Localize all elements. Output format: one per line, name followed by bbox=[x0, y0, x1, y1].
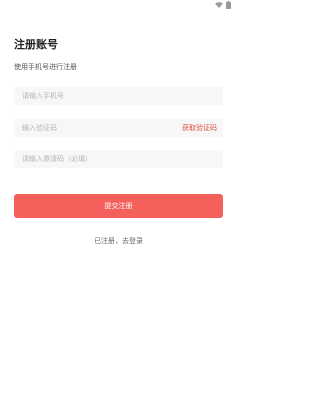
verification-code-input[interactable] bbox=[22, 119, 162, 137]
invite-field-container bbox=[14, 150, 223, 168]
phone-input[interactable] bbox=[22, 87, 162, 105]
battery-icon bbox=[226, 1, 231, 9]
page-subtitle: 使用手机号进行注册 bbox=[14, 63, 77, 71]
status-bar bbox=[0, 0, 237, 10]
phone-field-container bbox=[14, 87, 223, 105]
wifi-icon bbox=[215, 2, 223, 8]
submit-register-button[interactable]: 提交注册 bbox=[14, 194, 223, 218]
page-title: 注册账号 bbox=[14, 38, 58, 51]
code-field-container: 获取验证码 bbox=[14, 119, 223, 137]
invite-code-input[interactable] bbox=[22, 150, 162, 168]
login-link[interactable]: 已注册，去登录 bbox=[0, 236, 237, 246]
status-icons bbox=[215, 0, 231, 10]
get-code-button[interactable]: 获取验证码 bbox=[182, 123, 217, 133]
